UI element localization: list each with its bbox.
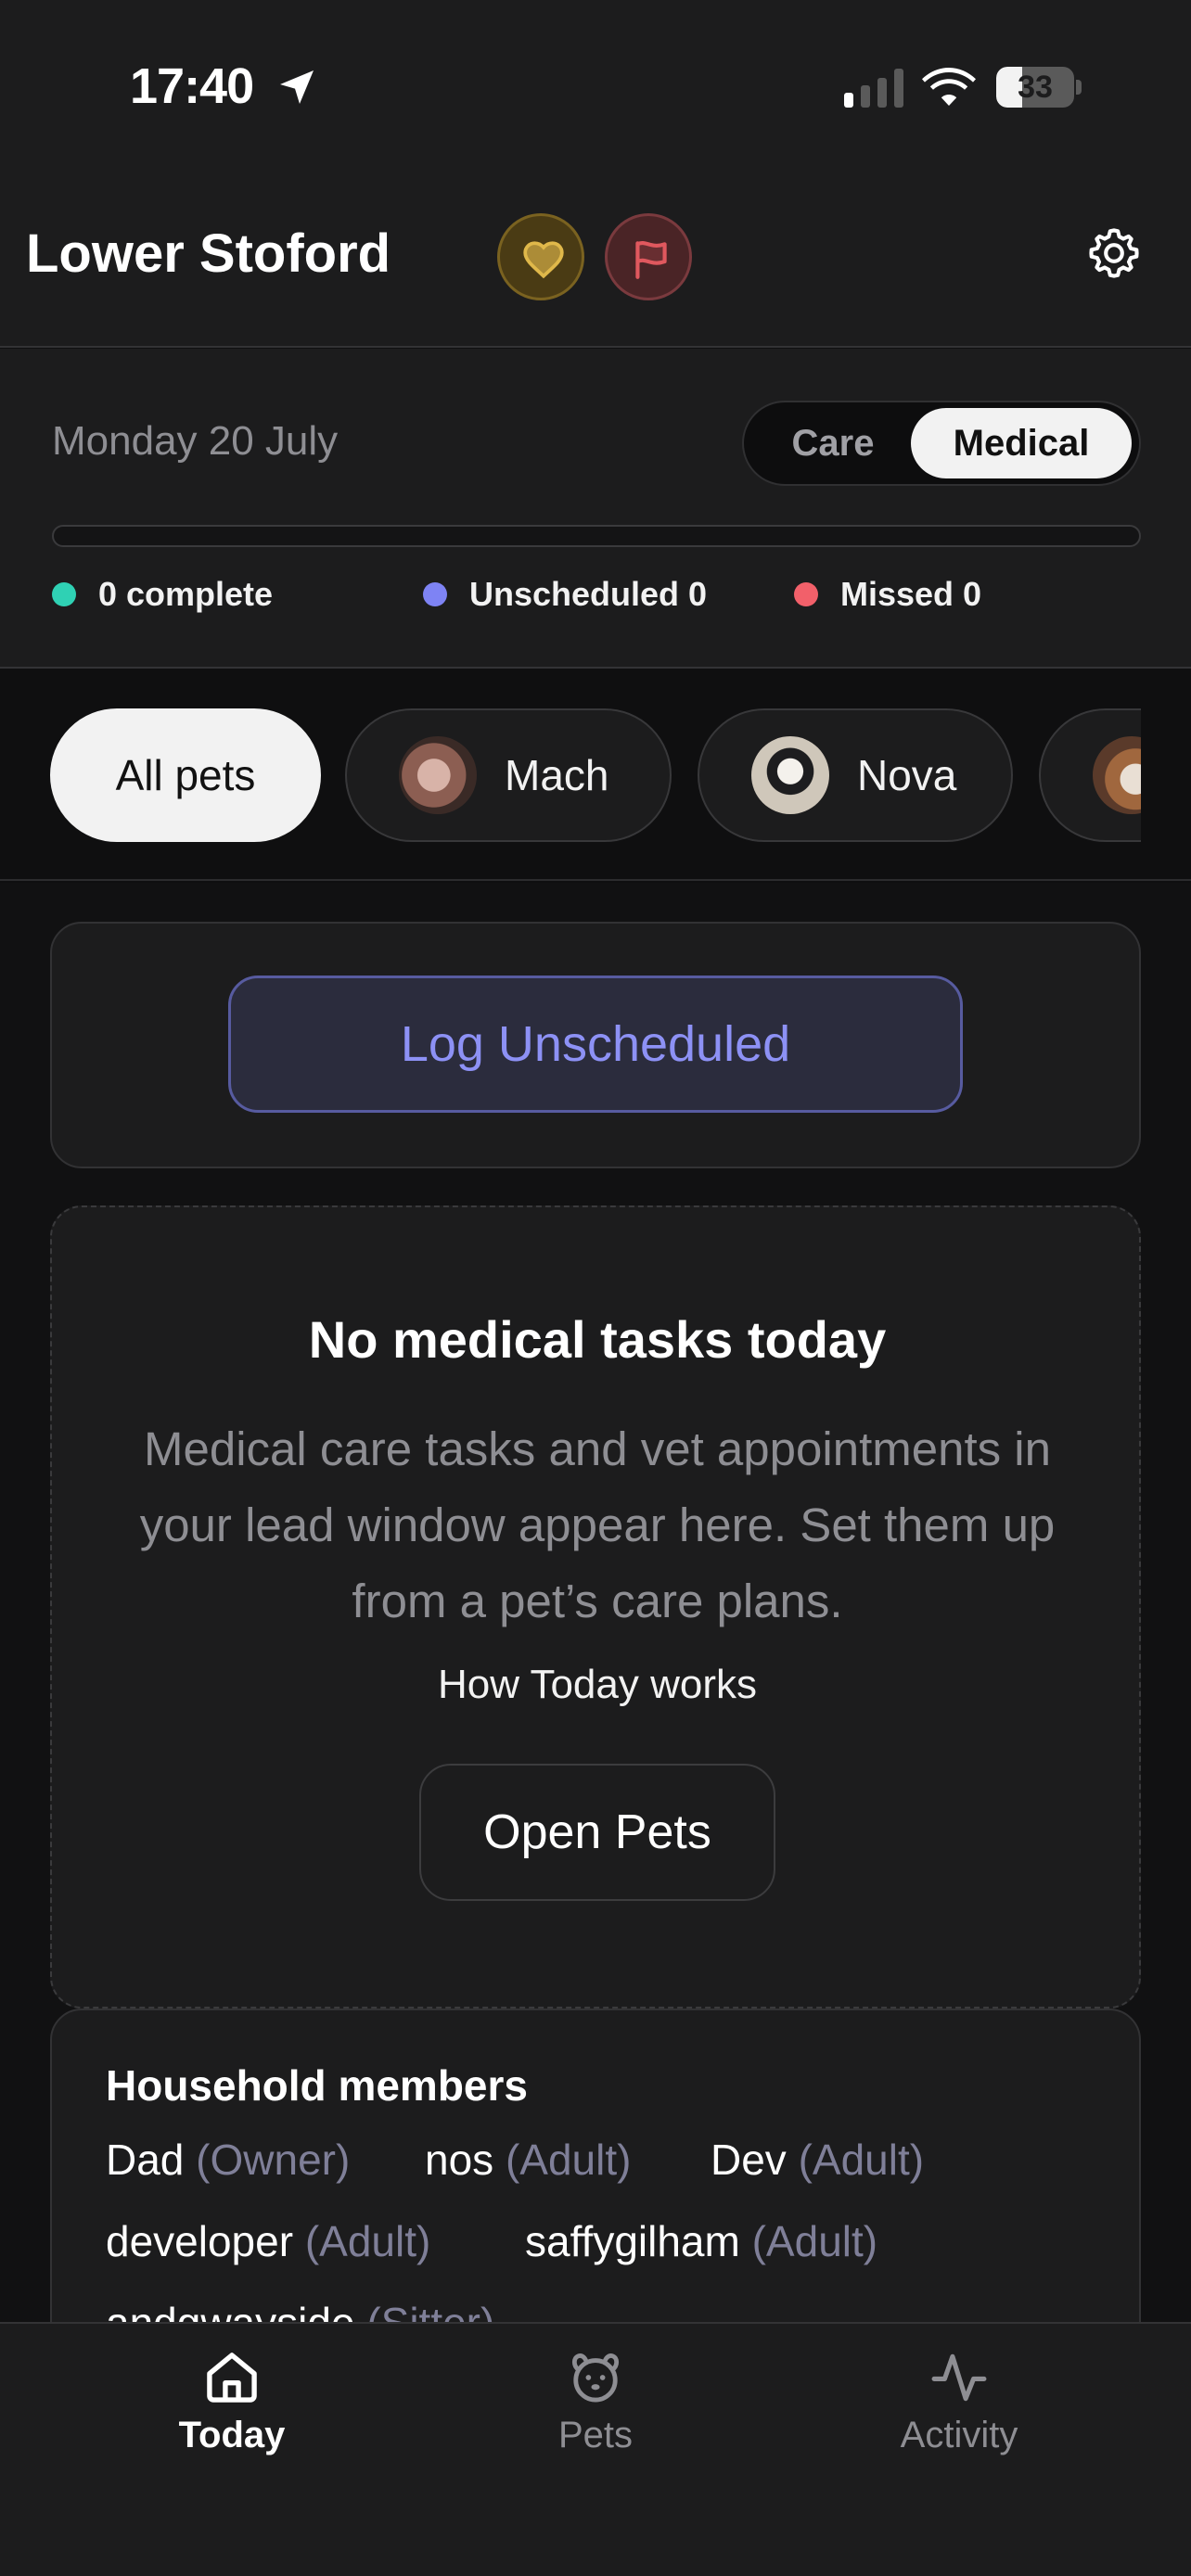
wifi-icon [922,68,976,106]
stat-complete-label: 0 complete [98,575,274,613]
activity-pulse-icon [931,2353,987,2402]
member-andgwayside: andgwayside (Sitter) [106,2298,494,2322]
household-name[interactable]: Lower Stoford [26,223,391,285]
status-bar: 17:40 33 [0,0,1191,176]
pet-filter-bar[interactable]: All pets Mach Nova [0,670,1191,881]
household-members-card: Household members Dad (Owner) nos (Adult… [50,2009,1141,2322]
stat-unscheduled-label: Unscheduled 0 [469,575,708,613]
how-today-works-link[interactable]: How Today works [52,1662,1143,1708]
home-icon [207,2353,257,2403]
member-dad: Dad (Owner) [106,2136,351,2184]
pet-avatar [399,736,477,814]
care-medical-toggle[interactable]: Care Medical [742,401,1141,486]
flags-button[interactable] [605,213,692,300]
dog-face-icon [571,2353,620,2403]
stat-missed: Missed 0 [794,575,981,614]
missed-dot [794,582,818,606]
pet-avatar [751,736,829,814]
stat-unscheduled: Unscheduled 0 [423,575,707,614]
log-unscheduled-button[interactable]: Log Unscheduled [228,976,963,1113]
filter-chip-label: Mach [505,751,609,799]
empty-state-title: No medical tasks today [308,1310,887,1369]
bottom-tab-bar: Today Pets Activity [0,2322,1191,2576]
cellular-signal-icon [844,69,903,108]
tab-activity[interactable]: Activity [820,2346,1098,2485]
tab-today-label: Today [178,2415,286,2455]
household-members-title: Household members [106,2061,528,2110]
app-header: Lower Stoford [0,176,1191,348]
filter-chip-all-pets[interactable]: All pets [50,708,321,842]
unscheduled-dot [423,582,447,606]
day-summary: Monday 20 July Care Medical 0 complete U… [0,349,1191,669]
member-developer: developer (Adult) [106,2217,431,2265]
gear-icon[interactable] [1085,224,1143,282]
filter-chip-nova[interactable]: Nova [698,708,1013,842]
empty-state-card: No medical tasks today Medical care task… [50,1205,1141,2009]
filter-chip-label: Nova [857,751,957,799]
stat-missed-label: Missed 0 [840,575,982,613]
complete-dot [52,582,76,606]
tab-pets[interactable]: Pets [456,2346,735,2485]
segment-care[interactable]: Care [751,410,915,477]
current-date: Monday 20 July [52,418,339,464]
battery-percentage: 33 [1018,70,1053,105]
favorites-button[interactable] [497,213,584,300]
tab-activity-label: Activity [900,2415,1018,2455]
today-content[interactable]: Log Unscheduled No medical tasks today M… [0,883,1191,2322]
tab-today[interactable]: Today [93,2346,371,2485]
clock-time: 17:40 [130,58,254,114]
stat-complete: 0 complete [52,575,273,614]
completion-progress-bar [52,525,1141,547]
segment-medical[interactable]: Medical [911,408,1132,478]
log-unscheduled-card: Log Unscheduled [50,922,1141,1168]
filter-chip-label: All pets [115,751,256,799]
location-arrow-icon [280,70,314,104]
member-nos: nos (Adult) [425,2136,632,2184]
member-dev: Dev (Adult) [711,2136,925,2184]
heart-icon [523,241,564,279]
tab-pets-label: Pets [557,2415,634,2455]
battery-icon: 33 [996,67,1082,108]
flag-icon [635,241,667,279]
empty-state-description: Medical care tasks and vet appointments … [139,1422,1056,1627]
open-pets-button[interactable]: Open Pets [419,1764,775,1901]
member-saffygilham: saffygilham (Adult) [525,2217,878,2265]
filter-chip-mach[interactable]: Mach [345,708,672,842]
